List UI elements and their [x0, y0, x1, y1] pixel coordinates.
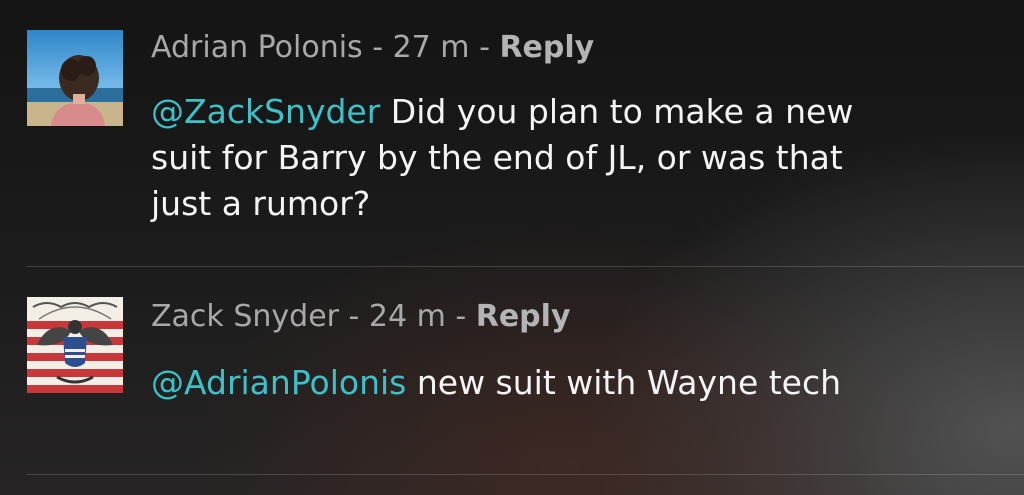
timestamp: 24 m [368, 299, 446, 334]
reply-button[interactable]: Reply [476, 299, 571, 334]
avatar[interactable] [27, 297, 123, 393]
comment-meta: Adrian Polonis - 27 m - Reply [151, 30, 594, 66]
eagle-flag-avatar-icon [27, 297, 123, 393]
divider [27, 266, 1024, 267]
avatar[interactable] [27, 30, 123, 126]
meta-separator: - [469, 30, 500, 65]
timestamp: 27 m [392, 30, 470, 65]
author-name[interactable]: Zack Snyder [151, 299, 339, 334]
comment-text: @AdrianPolonis new suit with Wayne tech [151, 360, 891, 406]
mention-link[interactable]: @AdrianPolonis [151, 363, 406, 402]
comment-item: Zack Snyder - 24 m - Reply @AdrianPoloni… [0, 268, 1024, 474]
meta-separator: - [338, 299, 369, 334]
comment-meta: Zack Snyder - 24 m - Reply [151, 299, 571, 335]
comment-text: @ZackSnyder Did you plan to make a new s… [151, 89, 891, 227]
comment-item: Adrian Polonis - 27 m - Reply @ZackSnyde… [0, 0, 1024, 266]
meta-separator: - [445, 299, 476, 334]
meta-separator: - [362, 30, 393, 65]
comment-body: new suit with Wayne tech [406, 363, 842, 402]
mention-link[interactable]: @ZackSnyder [151, 92, 380, 131]
person-at-beach-avatar-icon [27, 30, 123, 126]
author-name[interactable]: Adrian Polonis [151, 30, 363, 65]
reply-button[interactable]: Reply [499, 30, 594, 65]
divider [27, 474, 1024, 475]
